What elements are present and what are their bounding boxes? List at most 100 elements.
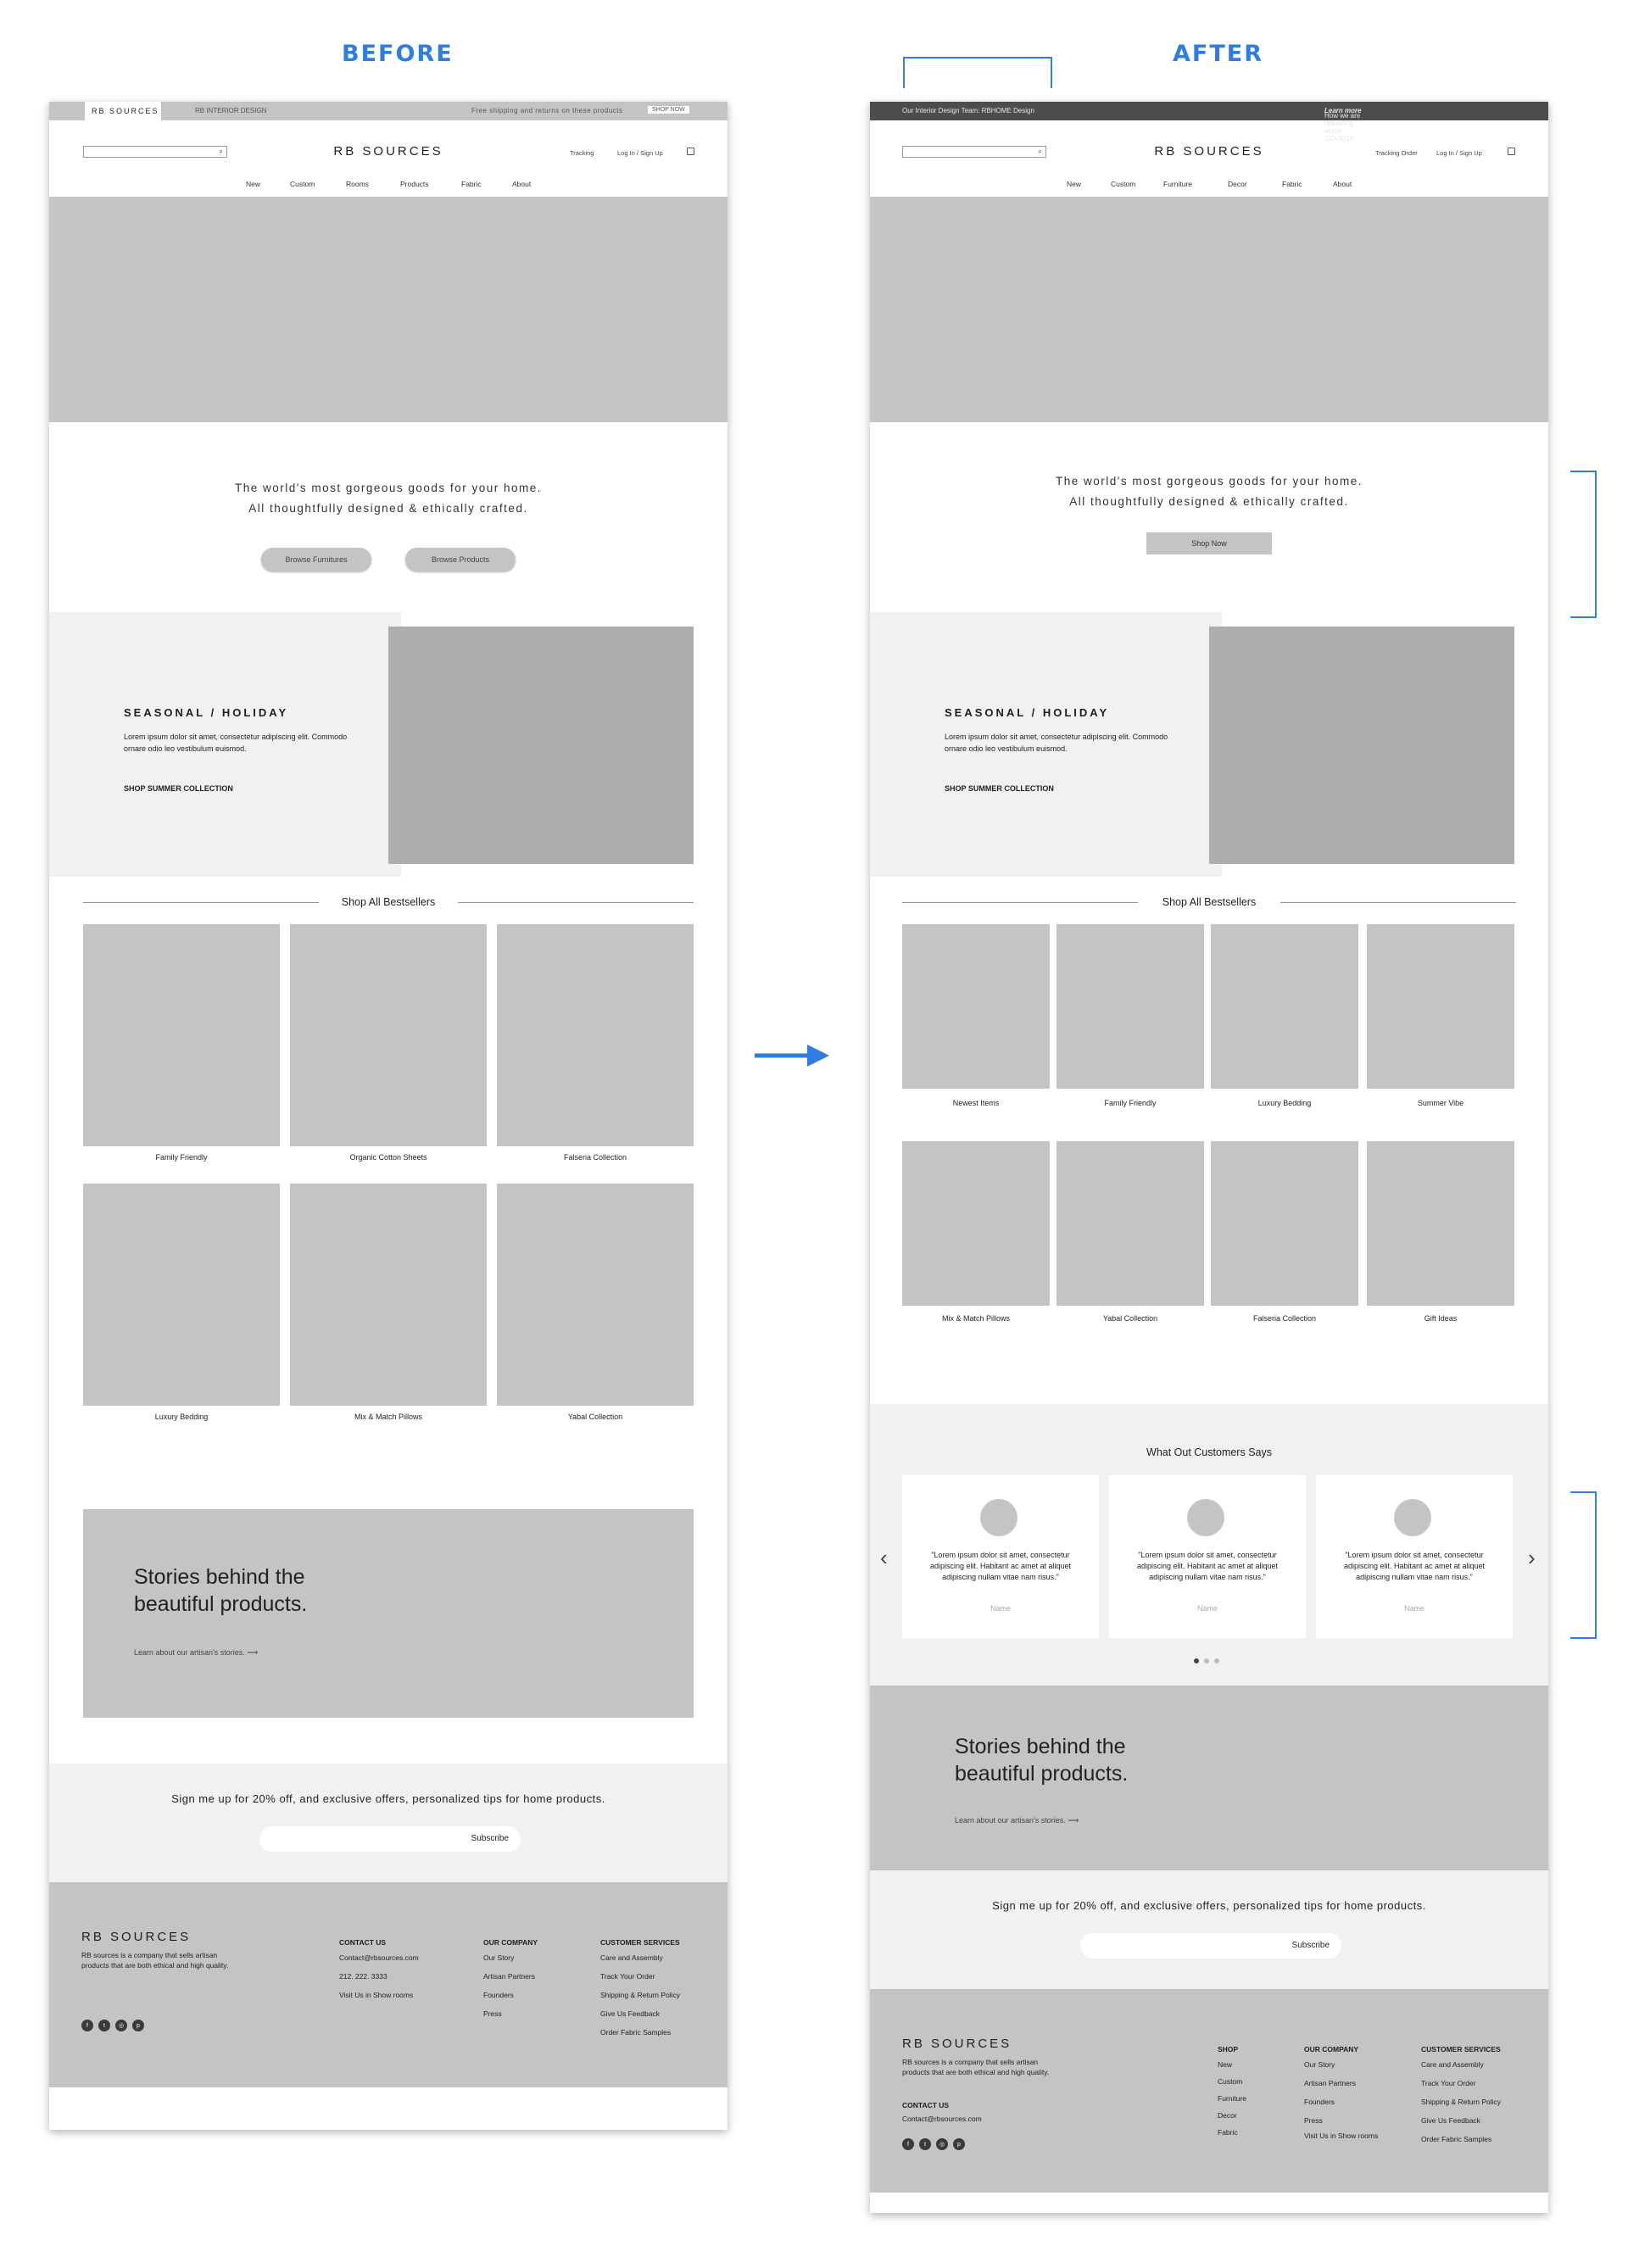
footer-contact-email[interactable]: Contact@rbsources.com xyxy=(339,1953,419,1962)
footer-link[interactable]: Press xyxy=(1304,2116,1323,2125)
product-card-label[interactable]: Family Friendly xyxy=(1057,1099,1204,1107)
chevron-left-icon[interactable]: ‹ xyxy=(880,1545,888,1571)
footer-link[interactable]: Care and Assembly xyxy=(600,1953,663,1962)
footer-contact-showroom[interactable]: Visit Us in Show rooms xyxy=(339,1991,413,1999)
nav-item-about[interactable]: About xyxy=(512,180,531,188)
footer-link[interactable]: Track Your Order xyxy=(600,1972,655,1981)
chevron-right-icon[interactable]: › xyxy=(1528,1545,1536,1571)
product-card[interactable] xyxy=(1057,1141,1204,1306)
product-card-label[interactable]: Gift Ideas xyxy=(1367,1314,1514,1323)
product-card[interactable] xyxy=(290,924,487,1146)
product-card-label[interactable]: Organic Cotton Sheets xyxy=(290,1153,487,1162)
product-card-label[interactable]: Falseria Collection xyxy=(497,1153,694,1162)
browse-furnitures-button[interactable]: Browse Furnitures xyxy=(261,548,371,571)
product-card[interactable] xyxy=(290,1184,487,1406)
subscribe-button[interactable]: Subscribe xyxy=(1292,1941,1330,1950)
stories-link[interactable]: Learn about our artisan's stories. ⟶ xyxy=(134,1648,258,1658)
footer-link[interactable]: Press xyxy=(483,2009,502,2018)
footer-logo[interactable]: RB SOURCES xyxy=(902,2037,1012,2051)
shop-summer-collection-link[interactable]: SHOP SUMMER COLLECTION xyxy=(124,784,233,793)
product-card-label[interactable]: Mix & Match Pillows xyxy=(290,1413,487,1421)
shop-summer-collection-link[interactable]: SHOP SUMMER COLLECTION xyxy=(945,784,1054,793)
product-card[interactable] xyxy=(902,1141,1050,1306)
product-card[interactable] xyxy=(1367,1141,1514,1306)
cart-icon[interactable] xyxy=(1508,148,1515,155)
facebook-icon[interactable]: f xyxy=(81,2020,93,2031)
footer-link[interactable]: Track Your Order xyxy=(1421,2079,1475,2087)
product-card[interactable] xyxy=(1367,924,1514,1089)
product-card[interactable] xyxy=(1211,924,1358,1089)
product-card-label[interactable]: Newest Items xyxy=(902,1099,1050,1107)
footer-link[interactable]: Care and Assembly xyxy=(1421,2060,1484,2069)
footer-link[interactable]: Order Fabric Samples xyxy=(1421,2135,1491,2143)
footer-link[interactable]: Fabric xyxy=(1218,2128,1238,2137)
footer-link[interactable]: Custom xyxy=(1218,2077,1242,2086)
instagram-icon[interactable]: ◎ xyxy=(936,2138,948,2150)
twitter-icon[interactable]: t xyxy=(919,2138,931,2150)
topbar-shop-now-button[interactable]: SHOP NOW xyxy=(648,106,689,114)
footer-link[interactable]: Artisan Partners xyxy=(483,1972,535,1981)
tracking-order-link[interactable]: Tracking Order xyxy=(1375,149,1418,157)
topbar-interior-link[interactable]: RB INTERIOR DESIGN xyxy=(195,107,266,114)
footer-link[interactable]: Shipping & Return Policy xyxy=(1421,2098,1501,2106)
product-card[interactable] xyxy=(83,1184,280,1406)
footer-link[interactable]: Our Story xyxy=(483,1953,514,1962)
footer-link[interactable]: Shipping & Return Policy xyxy=(600,1991,680,1999)
stories-link[interactable]: Learn about our artisan's stories. ⟶ xyxy=(955,1816,1079,1825)
footer-link[interactable]: Decor xyxy=(1218,2111,1237,2120)
nav-item-fabric[interactable]: Fabric xyxy=(461,180,482,188)
product-card[interactable] xyxy=(83,924,280,1146)
footer-contact-phone[interactable]: 212. 222. 3333 xyxy=(339,1972,387,1981)
product-card-label[interactable]: Family Friendly xyxy=(83,1153,280,1162)
nav-item-new[interactable]: New xyxy=(246,180,260,188)
footer-link[interactable]: Founders xyxy=(1304,2098,1335,2106)
product-card-label[interactable]: Luxury Bedding xyxy=(1211,1099,1358,1107)
cart-icon[interactable] xyxy=(687,148,694,155)
nav-item-furniture[interactable]: Furniture xyxy=(1163,180,1192,188)
topbar-design-team-link[interactable]: Our Interior Design Team: RBHOME Design xyxy=(902,107,1034,114)
tracking-link[interactable]: Tracking xyxy=(570,149,594,157)
footer-link[interactable]: Give Us Feedback xyxy=(600,2009,660,2018)
nav-item-about[interactable]: About xyxy=(1333,180,1352,188)
facebook-icon[interactable]: f xyxy=(902,2138,914,2150)
login-link[interactable]: Log In / Sign Up xyxy=(1436,149,1482,157)
nav-item-new[interactable]: New xyxy=(1067,180,1081,188)
login-link[interactable]: Log In / Sign Up xyxy=(617,149,663,157)
product-card-label[interactable]: Yabal Collection xyxy=(497,1413,694,1421)
nav-item-custom[interactable]: Custom xyxy=(290,180,315,188)
product-card[interactable] xyxy=(902,924,1050,1089)
signup-email-input[interactable]: Subscribe xyxy=(1080,1933,1341,1959)
product-card-label[interactable]: Summer Vibe xyxy=(1367,1099,1514,1107)
carousel-dot-active[interactable] xyxy=(1194,1658,1199,1663)
nav-item-rooms[interactable]: Rooms xyxy=(346,180,369,188)
subscribe-button[interactable]: Subscribe xyxy=(471,1834,509,1843)
footer-link[interactable]: Furniture xyxy=(1218,2094,1246,2103)
pinterest-icon[interactable]: p xyxy=(132,2020,144,2031)
footer-link[interactable]: Our Story xyxy=(1304,2060,1335,2069)
footer-link[interactable]: New xyxy=(1218,2060,1232,2069)
product-card[interactable] xyxy=(497,924,694,1146)
shop-now-button[interactable]: Shop Now xyxy=(1146,532,1272,554)
product-card[interactable] xyxy=(497,1184,694,1406)
footer-contact-email[interactable]: Contact@rbsources.com xyxy=(902,2115,982,2123)
twitter-icon[interactable]: t xyxy=(98,2020,110,2031)
footer-link[interactable]: Founders xyxy=(483,1991,514,1999)
topbar-logo[interactable]: RB SOURCES xyxy=(85,102,161,120)
nav-item-decor[interactable]: Decor xyxy=(1228,180,1247,188)
product-card[interactable] xyxy=(1057,924,1204,1089)
product-card-label[interactable]: Mix & Match Pillows xyxy=(902,1314,1050,1323)
product-card-label[interactable]: Luxury Bedding xyxy=(83,1413,280,1421)
nav-item-fabric[interactable]: Fabric xyxy=(1282,180,1302,188)
footer-link[interactable]: Artisan Partners xyxy=(1304,2079,1356,2087)
carousel-dot[interactable] xyxy=(1214,1658,1219,1663)
footer-logo[interactable]: RB SOURCES xyxy=(81,1930,191,1944)
nav-item-products[interactable]: Products xyxy=(400,180,429,188)
signup-email-input[interactable]: Subscribe xyxy=(259,1826,521,1852)
product-card-label[interactable]: Yabal Collection xyxy=(1057,1314,1204,1323)
carousel-dot[interactable] xyxy=(1204,1658,1209,1663)
browse-products-button[interactable]: Browse Products xyxy=(405,548,516,571)
product-card-label[interactable]: Falseria Collection xyxy=(1211,1314,1358,1323)
product-card[interactable] xyxy=(1211,1141,1358,1306)
pinterest-icon[interactable]: p xyxy=(953,2138,965,2150)
footer-link[interactable]: Visit Us in Show rooms xyxy=(1304,2131,1378,2140)
